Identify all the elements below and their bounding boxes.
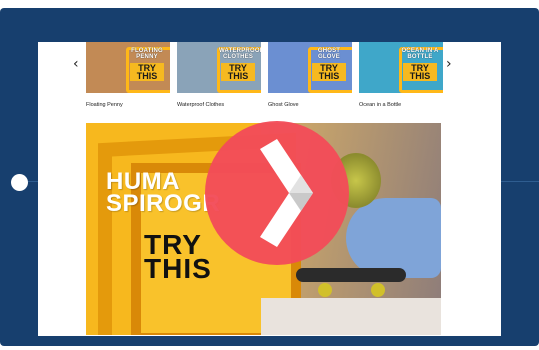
carousel-prev-arrow[interactable]: ‹: [73, 54, 79, 74]
play-icon: [260, 139, 313, 247]
thumb-label[interactable]: Ghost Glove: [268, 102, 299, 108]
carousel-thumb-floating-penny[interactable]: FLOATING PENNY TRY THIS: [86, 42, 170, 93]
video-person: [346, 198, 441, 278]
carousel-thumb-ocean-in-a-bottle[interactable]: OCEAN IN A BOTTLE TRY THIS: [359, 42, 443, 93]
video-skateboard-wheel: [371, 283, 385, 297]
thumb-label[interactable]: Ocean in a Bottle: [359, 102, 401, 108]
thumb-try-this: TRY THIS: [130, 63, 164, 81]
frame-seam: [501, 181, 539, 182]
carousel-thumb-ghost-glove[interactable]: GHOST GLOVE TRY THIS: [268, 42, 352, 93]
play-button[interactable]: [205, 121, 349, 265]
carousel-thumb-waterproof-clothes[interactable]: WATERPROOF CLOTHES TRY THIS: [177, 42, 261, 93]
frame-seam: [28, 181, 38, 182]
thumb-tag: WATERPROOF CLOTHES: [219, 48, 261, 60]
video-title: HUMA SPIROGR: [106, 170, 221, 217]
thumb-try-this: TRY THIS: [221, 63, 255, 81]
video-title-line-2: SPIROGR: [106, 190, 221, 217]
video-try-this: TRY THIS: [144, 231, 212, 284]
thumb-try-this: TRY THIS: [403, 63, 437, 81]
video-skateboard-wheel: [318, 283, 332, 297]
carousel-next-arrow[interactable]: ›: [446, 54, 452, 74]
thumb-tag: GHOST GLOVE: [317, 48, 341, 60]
video-this: THIS: [144, 253, 212, 284]
video-floor: [261, 298, 441, 335]
thumb-tag: FLOATING PENNY: [131, 48, 163, 60]
thumb-tag: OCEAN IN A BOTTLE: [401, 48, 439, 60]
video-skateboard: [296, 268, 406, 282]
thumb-label[interactable]: Floating Penny: [86, 102, 123, 108]
tablet-frame: ‹ › FLOATING PENNY TRY THIS WATERPROOF C…: [0, 8, 539, 346]
home-button[interactable]: [11, 174, 28, 191]
thumb-try-this: TRY THIS: [312, 63, 346, 81]
tablet-screen: ‹ › FLOATING PENNY TRY THIS WATERPROOF C…: [38, 42, 501, 336]
thumb-label[interactable]: Waterproof Clothes: [177, 102, 224, 108]
